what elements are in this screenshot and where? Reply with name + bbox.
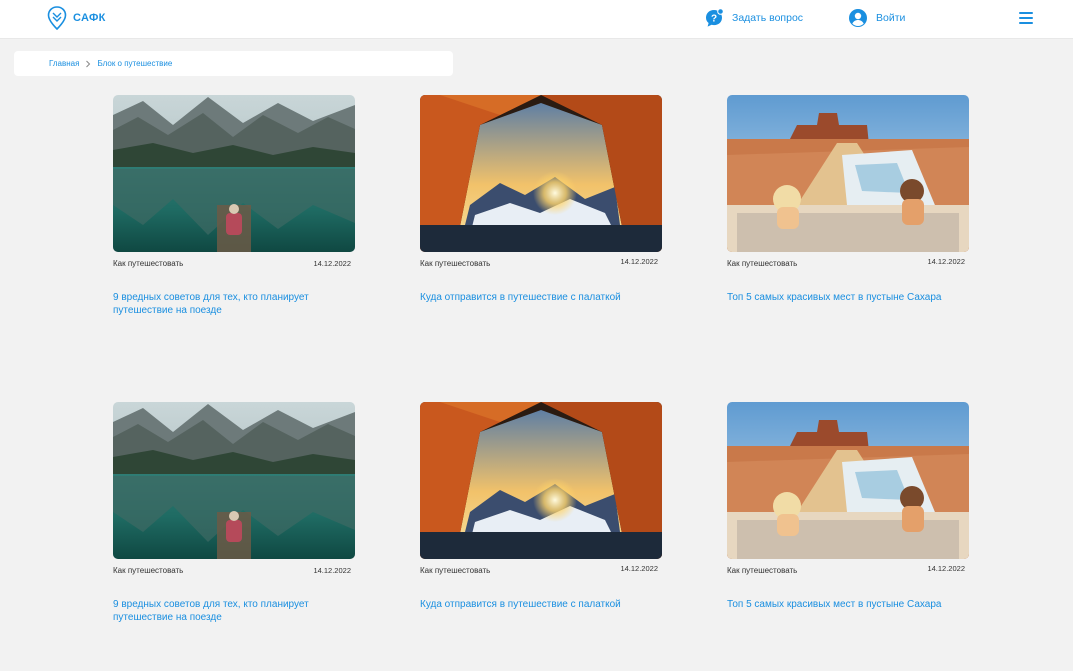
article-card[interactable]: Как путешестовать 14.12.2022 Куда отправ… bbox=[420, 402, 662, 642]
svg-text:?: ? bbox=[711, 13, 717, 24]
article-date: 14.12.2022 bbox=[927, 257, 965, 266]
article-title-link[interactable]: Куда отправится в путешествие с палаткой bbox=[420, 291, 658, 304]
article-category: Как путешестовать bbox=[420, 259, 491, 268]
login-label: Войти bbox=[876, 12, 906, 24]
logo-text: САФК bbox=[73, 12, 106, 24]
article-image[interactable] bbox=[727, 402, 969, 559]
breadcrumb-home[interactable]: Главная bbox=[49, 59, 79, 68]
article-date: 14.12.2022 bbox=[927, 564, 965, 573]
article-title-link[interactable]: Топ 5 самых красивых мест в пустыне Саха… bbox=[727, 291, 965, 304]
article-title-link[interactable]: 9 вредных советов для тех, кто планирует… bbox=[113, 291, 351, 317]
article-title-link[interactable]: Куда отправится в путешествие с палаткой bbox=[420, 598, 658, 611]
site-header: САФК ? Задать вопрос Войти bbox=[0, 0, 1073, 39]
logo[interactable]: САФК bbox=[47, 6, 106, 30]
breadcrumb-current[interactable]: Блок о путешествие bbox=[97, 59, 172, 68]
article-date: 14.12.2022 bbox=[313, 566, 351, 575]
article-category: Как путешестовать bbox=[113, 566, 184, 575]
article-card[interactable]: Как путешестовать 14.12.2022 9 вредных с… bbox=[113, 95, 355, 335]
article-category: Как путешестовать bbox=[727, 259, 798, 268]
article-category: Как путешестовать bbox=[420, 566, 491, 575]
article-card[interactable]: Как путешестовать 14.12.2022 Топ 5 самых… bbox=[727, 402, 969, 642]
article-image[interactable] bbox=[113, 95, 355, 252]
ask-question-label: Задать вопрос bbox=[732, 12, 804, 24]
article-image[interactable] bbox=[420, 402, 662, 559]
article-date: 14.12.2022 bbox=[313, 259, 351, 268]
article-card[interactable]: Как путешестовать 14.12.2022 Куда отправ… bbox=[420, 95, 662, 335]
article-category: Как путешестовать bbox=[113, 259, 184, 268]
chevron-right-icon bbox=[86, 60, 91, 67]
article-title-link[interactable]: 9 вредных советов для тех, кто планирует… bbox=[113, 598, 351, 624]
location-pin-icon bbox=[47, 6, 67, 30]
menu-icon[interactable] bbox=[1018, 11, 1034, 25]
article-image[interactable] bbox=[113, 402, 355, 559]
article-image[interactable] bbox=[727, 95, 969, 252]
article-date: 14.12.2022 bbox=[620, 257, 658, 266]
user-icon bbox=[849, 9, 867, 27]
question-bubble-icon: ? bbox=[706, 8, 724, 27]
article-image[interactable] bbox=[420, 95, 662, 252]
article-title-link[interactable]: Топ 5 самых красивых мест в пустыне Саха… bbox=[727, 598, 965, 611]
article-card[interactable]: Как путешестовать 14.12.2022 9 вредных с… bbox=[113, 402, 355, 642]
breadcrumb: Главная Блок о путешествие bbox=[14, 51, 453, 76]
ask-question-button[interactable]: ? Задать вопрос bbox=[704, 8, 803, 28]
article-date: 14.12.2022 bbox=[620, 564, 658, 573]
article-category: Как путешестовать bbox=[727, 566, 798, 575]
article-card[interactable]: Как путешестовать 14.12.2022 Топ 5 самых… bbox=[727, 95, 969, 335]
login-button[interactable]: Войти bbox=[848, 8, 905, 28]
